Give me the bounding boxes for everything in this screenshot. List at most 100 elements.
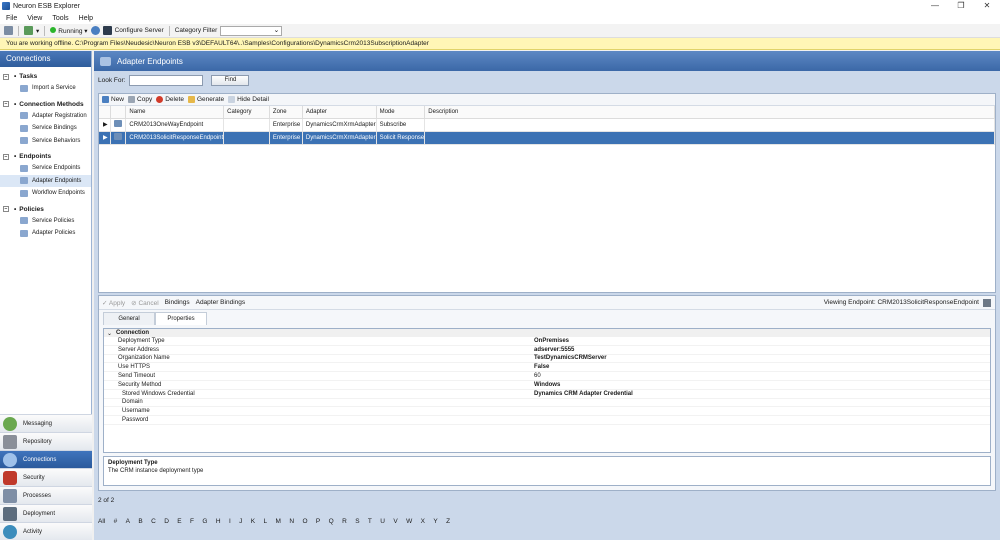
minimize-button[interactable]: —: [922, 0, 948, 12]
chevron-down-icon[interactable]: ⌄: [107, 330, 112, 337]
column-header-zone[interactable]: Zone: [269, 106, 303, 119]
delete-button[interactable]: Delete: [156, 96, 184, 103]
sidebar-item-adapter-endpoints[interactable]: Adapter Endpoints: [0, 174, 91, 187]
alpha-filter-f[interactable]: F: [190, 518, 194, 525]
nav-messaging[interactable]: Messaging: [0, 414, 92, 432]
section-header-tasks[interactable]: − • Tasks: [0, 71, 91, 82]
alpha-filter-u[interactable]: U: [380, 518, 385, 525]
refresh-icon[interactable]: [90, 26, 100, 35]
tab-general[interactable]: General: [103, 312, 155, 325]
menu-tools[interactable]: Tools: [52, 15, 68, 22]
menu-file[interactable]: File: [6, 15, 17, 22]
alpha-filter-o[interactable]: O: [302, 518, 307, 525]
sidebar-item-import-service[interactable]: Import a Service: [0, 82, 91, 95]
property-row-use-https[interactable]: Use HTTPS False: [104, 363, 990, 373]
property-row-organization-name[interactable]: Organization Name TestDynamicsCRMServer: [104, 355, 990, 364]
collapse-icon[interactable]: −: [3, 206, 9, 212]
column-header-mode[interactable]: Mode: [376, 106, 426, 119]
alpha-filter-v[interactable]: V: [393, 518, 397, 525]
property-row-domain[interactable]: Domain: [104, 399, 990, 408]
sidebar-item-workflow-endpoints[interactable]: Workflow Endpoints: [0, 187, 91, 200]
nav-deployment[interactable]: Deployment: [0, 504, 92, 522]
console-icon[interactable]: [102, 26, 112, 35]
alpha-filter-a[interactable]: A: [126, 518, 130, 525]
column-header-category[interactable]: Category: [223, 106, 270, 119]
alpha-filter-h[interactable]: H: [216, 518, 221, 525]
collapse-icon[interactable]: −: [3, 73, 9, 80]
nav-connections[interactable]: Connections: [0, 450, 92, 468]
alpha-filter-k[interactable]: K: [251, 518, 255, 525]
alpha-filter-j[interactable]: J: [239, 518, 242, 525]
new-button[interactable]: New: [102, 96, 124, 103]
expand-row-icon[interactable]: ▶: [99, 131, 112, 145]
collapse-icon[interactable]: −: [3, 153, 9, 160]
sidebar-item-adapter-policies[interactable]: Adapter Policies: [0, 227, 91, 240]
sidebar-item-adapter-registration[interactable]: Adapter Registration: [0, 110, 91, 123]
alpha-filter-c[interactable]: C: [151, 518, 156, 525]
close-button[interactable]: ✕: [974, 0, 1000, 12]
nav-activity[interactable]: Activity: [0, 522, 92, 540]
find-button[interactable]: Find: [211, 75, 250, 86]
alpha-filter-n[interactable]: N: [289, 518, 294, 525]
section-header-connection-methods[interactable]: − • Connection Methods: [0, 99, 91, 110]
column-header-adapter[interactable]: Adapter: [302, 106, 377, 119]
copy-button[interactable]: Copy: [128, 96, 152, 103]
alpha-filter-d[interactable]: D: [164, 518, 169, 525]
expand-row-icon[interactable]: ▶: [99, 118, 112, 132]
alpha-filter-p[interactable]: P: [316, 518, 320, 525]
column-header-description[interactable]: Description: [424, 106, 995, 119]
apply-button[interactable]: ✓ Apply: [102, 299, 125, 307]
category-filter-select[interactable]: ⌄: [220, 25, 283, 36]
sidebar-item-service-endpoints[interactable]: Service Endpoints: [0, 162, 91, 175]
section-header-endpoints[interactable]: − • Endpoints: [0, 151, 91, 162]
alpha-filter-b[interactable]: B: [138, 518, 142, 525]
generate-button[interactable]: Generate: [188, 96, 224, 103]
collapse-icon[interactable]: −: [3, 101, 9, 107]
save-icon[interactable]: [4, 26, 13, 35]
column-header-name[interactable]: Name: [125, 106, 225, 119]
nav-processes[interactable]: Processes: [0, 486, 92, 504]
alpha-filter-i[interactable]: I: [229, 518, 231, 525]
alpha-filter-t[interactable]: T: [368, 518, 372, 525]
connect-icon[interactable]: [24, 26, 33, 35]
sidebar-item-service-policies[interactable]: Service Policies: [0, 215, 91, 228]
section-header-policies[interactable]: − • Policies: [0, 204, 91, 215]
dropdown-arrow-icon[interactable]: ▾: [36, 27, 39, 35]
alpha-filter-l[interactable]: L: [264, 518, 268, 525]
cancel-button[interactable]: ⊘ Cancel: [131, 299, 159, 307]
alpha-filter-y[interactable]: Y: [433, 518, 437, 525]
adapter-bindings-button[interactable]: Adapter Bindings: [196, 299, 246, 306]
alpha-filter-m[interactable]: M: [276, 518, 281, 525]
property-category-connection[interactable]: ⌄ Connection: [104, 329, 990, 337]
property-row-send-timeout[interactable]: Send Timeout 60: [104, 372, 990, 381]
close-detail-icon[interactable]: [983, 299, 991, 307]
alpha-filter-e[interactable]: E: [177, 518, 181, 525]
alpha-filter-r[interactable]: R: [342, 518, 347, 525]
alpha-filter-x[interactable]: X: [421, 518, 425, 525]
table-row-selected[interactable]: ▶ CRM2013SolicitResponseEndpoint Enterpr…: [99, 131, 995, 145]
alpha-filter-g[interactable]: G: [202, 518, 207, 525]
search-input[interactable]: [129, 75, 204, 86]
nav-security[interactable]: Security: [0, 468, 92, 486]
property-row-password[interactable]: Password: [104, 416, 990, 425]
alpha-filter-z[interactable]: Z: [446, 518, 450, 525]
nav-repository[interactable]: Repository: [0, 432, 92, 450]
menu-help[interactable]: Help: [79, 15, 93, 22]
menu-view[interactable]: View: [27, 15, 42, 22]
alpha-filter-s[interactable]: S: [355, 518, 359, 525]
table-row[interactable]: ▶ CRM2013OneWayEndpoint Enterprise Dynam…: [99, 118, 995, 132]
property-row-security-method[interactable]: Security Method Windows: [104, 381, 990, 390]
tab-properties[interactable]: Properties: [155, 312, 207, 325]
sidebar-item-service-behaviors[interactable]: Service Behaviors: [0, 135, 91, 148]
property-row-username[interactable]: Username: [104, 407, 990, 417]
property-row-deployment-type[interactable]: Deployment Type OnPremises: [104, 337, 990, 346]
maximize-button[interactable]: ❐: [948, 0, 974, 12]
configure-server-button[interactable]: Configure Server: [115, 27, 164, 34]
alpha-filter-w[interactable]: W: [406, 518, 412, 525]
bindings-button[interactable]: Bindings: [165, 299, 190, 306]
running-status-button[interactable]: Running ▾: [50, 26, 88, 35]
alpha-filter-all[interactable]: All: [98, 518, 105, 525]
alpha-filter-hash[interactable]: #: [114, 518, 118, 525]
property-row-stored-windows-credential[interactable]: Stored Windows Credential Dynamics CRM Ad…: [104, 390, 990, 399]
sidebar-item-service-bindings[interactable]: Service Bindings: [0, 122, 91, 135]
